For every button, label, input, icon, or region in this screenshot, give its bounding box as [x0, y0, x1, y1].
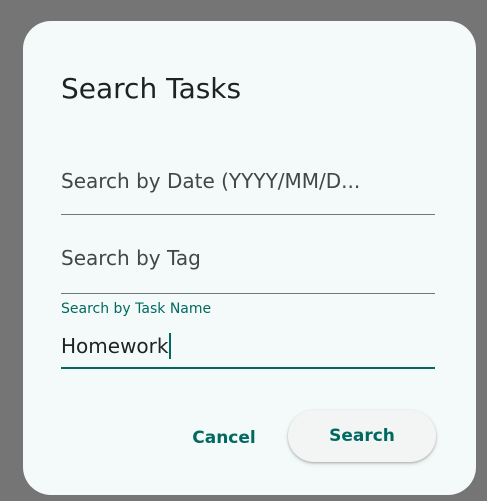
search-by-date-underline — [61, 214, 435, 215]
search-by-date-placeholder: Search by Date (YYYY/MM/D... — [61, 169, 361, 193]
search-by-task-name-value: Homework — [61, 334, 169, 358]
search-by-tag-placeholder: Search by Tag — [61, 246, 201, 270]
search-by-tag-underline — [61, 293, 435, 294]
search-button[interactable]: Search — [288, 410, 436, 462]
text-cursor — [169, 333, 172, 359]
search-by-date-field[interactable]: Search by Date (YYYY/MM/D... — [61, 168, 435, 218]
dialog-title: Search Tasks — [61, 72, 242, 105]
cancel-button[interactable]: Cancel — [169, 413, 279, 463]
search-by-tag-field[interactable]: Search by Tag — [61, 245, 435, 295]
search-by-task-name-field[interactable]: Search by Task Name Homework — [61, 300, 435, 372]
search-by-task-name-label: Search by Task Name — [61, 301, 212, 317]
search-by-task-name-underline — [61, 367, 435, 369]
search-by-task-name-input[interactable]: Homework — [61, 333, 172, 359]
search-tasks-dialog: Search Tasks Search by Date (YYYY/MM/D..… — [23, 21, 476, 495]
